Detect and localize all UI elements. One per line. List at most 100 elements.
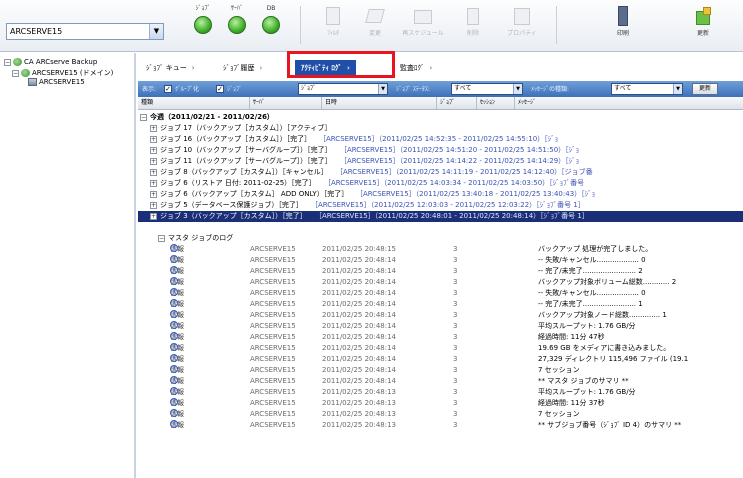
- log-message-row[interactable]: i 情報 ARCSERVE15 2011/02/25 20:48:14 3 バックアップ対…: [138, 310, 743, 321]
- job-title: ジョブ 11（バックアップ［サーバグループ］）［完了］: [160, 157, 332, 165]
- severity-cell: i 情報: [170, 376, 184, 387]
- job-cell: 3: [453, 399, 458, 407]
- log-message-row[interactable]: i 情報 ARCSERVE15 2011/02/25 20:48:14 3 ‐‐ 失敗/キ…: [138, 255, 743, 266]
- refresh-label: 更新: [696, 30, 709, 37]
- message-cell: 19.69 GB をメディアに書き込みました。: [538, 344, 671, 352]
- group-row[interactable]: − 今週（2011/02/21 ‐ 2011/02/26）: [138, 112, 743, 123]
- job-status-value: すべて: [454, 85, 472, 92]
- severity-cell: i 情報: [170, 343, 184, 354]
- info-icon: i: [170, 409, 178, 417]
- job-cell: 3: [453, 289, 458, 297]
- severity-cell: i 情報: [170, 266, 184, 277]
- log-message-row[interactable]: i 情報 ARCSERVE15 2011/02/25 20:48:14 3 7 セッション: [138, 365, 743, 376]
- log-message-row[interactable]: i 情報 ARCSERVE15 2011/02/25 20:48:14 3 19.69 G…: [138, 343, 743, 354]
- print-button[interactable]: 印刷: [606, 4, 640, 46]
- delete-button[interactable]: 削除: [456, 4, 490, 46]
- datetime-cell: 2011/02/25 20:48:14: [322, 355, 397, 363]
- tab-job-queue[interactable]: ｼﾞｮﾌﾞ キュー ›: [146, 60, 195, 76]
- job-row[interactable]: + ジョブ 11（バックアップ［サーバグループ］）［完了］ ［ARCSERVE15］…: [138, 156, 743, 167]
- modify-button[interactable]: 変更: [358, 4, 392, 46]
- column-message[interactable]: ﾒｯｾｰｼﾞ: [515, 97, 743, 109]
- chevron-down-icon[interactable]: ▼: [513, 84, 522, 94]
- job-row[interactable]: + ジョブ 10（バックアップ［サーバグループ］）［完了］ ［ARCSERVE15］…: [138, 145, 743, 156]
- column-server[interactable]: ｻｰﾊﾞ: [250, 97, 322, 109]
- log-message-row[interactable]: i 情報 ARCSERVE15 2011/02/25 20:48:14 3 ‐‐ 失敗/キ…: [138, 288, 743, 299]
- db-status-button[interactable]: DB: [254, 4, 288, 46]
- chevron-right-icon: ›: [191, 64, 195, 72]
- expand-icon[interactable]: +: [150, 169, 157, 176]
- log-message-row[interactable]: i 情報 ARCSERVE15 2011/02/25 20:48:14 3 27,329 …: [138, 354, 743, 365]
- severity-cell: i 情報: [170, 354, 184, 365]
- chevron-down-icon[interactable]: ▼: [673, 84, 682, 94]
- collapse-icon[interactable]: −: [140, 114, 147, 121]
- tab-audit-log[interactable]: 監査ﾛｸﾞ ›: [400, 60, 432, 76]
- job-checkbox[interactable]: ✓: [216, 85, 224, 93]
- log-message-row[interactable]: i 情報 ARCSERVE15 2011/02/25 20:48:14 3 ‐‐ 完了/未…: [138, 299, 743, 310]
- job-row[interactable]: + ジョブ 16（バックアップ［カスタム］）［完了］ ［ARCSERVE15］（20…: [138, 134, 743, 145]
- column-datetime[interactable]: 日時: [322, 97, 437, 109]
- group-by-select[interactable]: ｼﾞｮﾌﾞ ▼: [298, 83, 388, 95]
- tree-item-server[interactable]: ARCSERVE15: [28, 78, 85, 86]
- job-row[interactable]: + ジョブ 6（バックアップ［カスタム］ ADD ONLY）［完了］ ［ARCSER…: [138, 189, 743, 200]
- refresh-button[interactable]: 更新: [686, 4, 720, 46]
- log-message-row[interactable]: i 情報 ARCSERVE15 2011/02/25 20:48:13 3 経過時間: 1…: [138, 398, 743, 409]
- group-checkbox[interactable]: ✓: [164, 85, 172, 93]
- server-select[interactable]: ARCSERVE15 ▼: [6, 23, 164, 40]
- log-message-row[interactable]: i 情報 ARCSERVE15 2011/02/25 20:48:13 3 7 セッション: [138, 409, 743, 420]
- expand-icon[interactable]: +: [150, 213, 157, 220]
- chevron-down-icon[interactable]: ▼: [378, 84, 387, 94]
- tab-job-history[interactable]: ｼﾞｮﾌﾞ履歴 ›: [223, 60, 262, 76]
- job-status-select[interactable]: すべて ▼: [451, 83, 523, 95]
- log-message-row[interactable]: i 情報 ARCSERVE15 2011/02/25 20:48:14 3 バックアップ対…: [138, 277, 743, 288]
- collapse-icon[interactable]: −: [4, 58, 11, 66]
- properties-button[interactable]: プロパティ: [500, 4, 544, 46]
- job-row[interactable]: + ジョブ 8（バックアップ［カスタム］）［キャンセル］ ［ARCSERVE15］（…: [138, 167, 743, 178]
- datetime-cell: 2011/02/25 20:48:14: [322, 311, 397, 319]
- job-status-button[interactable]: ｼﾞｮﾌﾞ: [186, 4, 220, 46]
- info-icon: i: [170, 354, 178, 362]
- master-log-row[interactable]: − マスタ ジョブのログ: [138, 233, 743, 244]
- severity-cell: i 情報: [170, 420, 184, 431]
- reschedule-button[interactable]: 再スケジュール: [396, 4, 450, 46]
- expand-icon[interactable]: +: [150, 180, 157, 187]
- expand-icon[interactable]: +: [150, 136, 157, 143]
- status-green-icon: [194, 16, 212, 34]
- job-row[interactable]: + ジョブ 5（データベース保護ジョブ）［完了］ ［ARCSERVE15］（2011…: [138, 200, 743, 211]
- expand-icon[interactable]: +: [150, 202, 157, 209]
- log-message-row[interactable]: i 情報 ARCSERVE15 2011/02/25 20:48:15 3 バックアップ …: [138, 244, 743, 255]
- expand-icon[interactable]: +: [150, 147, 157, 154]
- job-row[interactable]: + ジョブ 3（バックアップ［カスタム］）［完了］ ［ARCSERVE15］（201…: [138, 211, 743, 222]
- log-message-row[interactable]: i 情報 ARCSERVE15 2011/02/25 20:48:14 3 経過時間: 1…: [138, 332, 743, 343]
- column-session[interactable]: ｾｯｼｮﾝ: [477, 97, 515, 109]
- expand-icon[interactable]: +: [150, 191, 157, 198]
- info-icon: i: [170, 288, 178, 296]
- collapse-icon[interactable]: −: [158, 235, 165, 242]
- log-message-row[interactable]: i 情報 ARCSERVE15 2011/02/25 20:48:14 3 ** マスタ …: [138, 376, 743, 387]
- log-message-row[interactable]: i 情報 ARCSERVE15 2011/02/25 20:48:13 3 平均スループッ…: [138, 387, 743, 398]
- chevron-down-icon[interactable]: ▼: [149, 24, 163, 39]
- info-icon: i: [170, 387, 178, 395]
- job-status-label: ｼﾞｮﾌﾞ: [195, 5, 211, 12]
- filter-button[interactable]: ﾌｨﾙﾀ: [316, 4, 350, 46]
- update-button[interactable]: 更新: [692, 83, 719, 95]
- server-status-button[interactable]: ｻｰﾊﾞ: [220, 4, 254, 46]
- job-row[interactable]: + ジョブ 17（バックアップ［カスタム］）［アクティブ］: [138, 123, 743, 134]
- expand-icon[interactable]: +: [150, 158, 157, 165]
- message-cell: バックアップ対象ボリューム総数............ 2: [538, 278, 677, 286]
- tree-item-root[interactable]: − CA ARCserve Backup: [4, 58, 97, 66]
- column-type[interactable]: 種類: [138, 97, 250, 109]
- message-cell: ‐‐ 失敗/キャンセル................... 0: [538, 289, 646, 297]
- tree-item-domain[interactable]: − ARCSERVE15 (ドメイン): [12, 68, 113, 78]
- message-cell: 7 セッション: [538, 410, 580, 418]
- log-message-row[interactable]: i 情報 ARCSERVE15 2011/02/25 20:48:13 3 ** サブジョ…: [138, 420, 743, 431]
- message-cell: 平均スループット: 1.76 GB/分: [538, 322, 636, 330]
- collapse-icon[interactable]: −: [12, 69, 19, 77]
- log-message-row[interactable]: i 情報 ARCSERVE15 2011/02/25 20:48:14 3 平均スループッ…: [138, 321, 743, 332]
- message-type-select[interactable]: すべて ▼: [611, 83, 683, 95]
- info-icon: i: [170, 255, 178, 263]
- expand-icon[interactable]: +: [150, 125, 157, 132]
- job-row[interactable]: + ジョブ 6（リストア 日付: 2011-02-25）［完了］ ［ARCSERVE…: [138, 178, 743, 189]
- log-message-row[interactable]: i 情報 ARCSERVE15 2011/02/25 20:48:14 3 ‐‐ 完了/未…: [138, 266, 743, 277]
- column-job[interactable]: ｼﾞｮﾌﾞ: [437, 97, 477, 109]
- tree-server-label: ARCSERVE15: [39, 78, 85, 86]
